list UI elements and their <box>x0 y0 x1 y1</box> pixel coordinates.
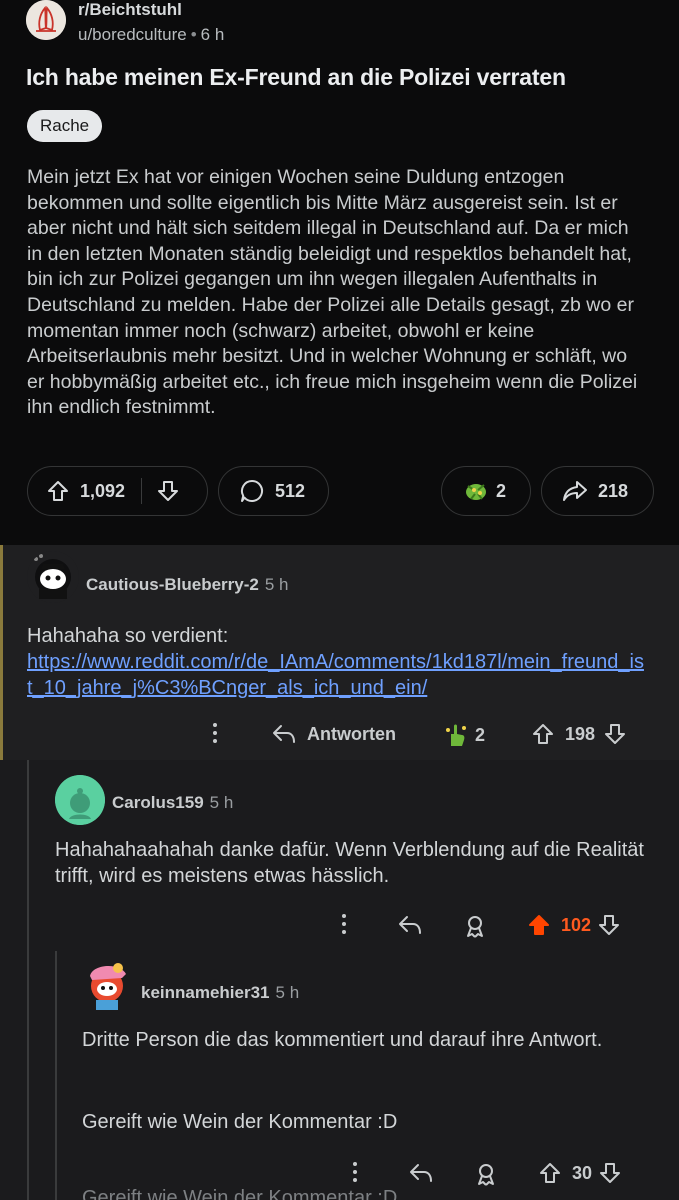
comment: Cautious-Blueberry-2 5 h Hahahaha so verd… <box>0 545 679 760</box>
comment-text: Gereift wie Wein der Kommentar :D <box>82 1111 398 1133</box>
arrow-up-icon <box>48 481 68 501</box>
more-options-button[interactable] <box>339 913 349 935</box>
thread-line[interactable] <box>27 760 29 1200</box>
comment-link[interactable]: https://www.reddit.com/r/de_IAmA/comment… <box>27 649 647 701</box>
comment-age: 5 h <box>264 575 289 594</box>
share-arrow-icon <box>563 481 587 501</box>
award-icon <box>467 916 483 938</box>
cut-off-comment-text: Gereift wie Wein der Kommentar :D <box>82 1188 398 1200</box>
post-title: Ich habe meinen Ex-Freund an die Polizei… <box>26 64 566 90</box>
post-flair[interactable]: Rache <box>27 110 103 142</box>
snoo-avatar-icon <box>90 963 126 1010</box>
upvote-button[interactable] <box>46 479 70 503</box>
arrow-down-icon <box>158 481 179 501</box>
more-options-button[interactable] <box>350 1161 360 1183</box>
share-count: 218 <box>598 480 629 501</box>
username[interactable]: Carolus159 <box>112 793 204 812</box>
more-vertical-icon <box>213 723 217 743</box>
comment-score: 30 <box>572 1162 593 1183</box>
arrow-up-icon <box>540 1163 560 1183</box>
snoo-avatar-icon <box>27 551 79 603</box>
downvote-button[interactable] <box>598 1161 622 1185</box>
vote-bar: 1,092 <box>27 466 208 516</box>
avatar[interactable] <box>55 775 105 825</box>
comment-author: Cautious-Blueberry-2 5 h <box>86 575 289 595</box>
post-body: Mein jetzt Ex hat vor einigen Wochen sei… <box>27 166 638 419</box>
username[interactable]: keinnamehier31 <box>141 983 270 1002</box>
avatar[interactable] <box>27 551 79 603</box>
reply-button[interactable] <box>408 1161 434 1185</box>
award-button[interactable]: 2 <box>443 722 485 748</box>
reply-arrow-icon <box>399 916 421 934</box>
comment-text: Dritte Person die das kommentiert und da… <box>82 1029 603 1051</box>
reply-arrow-icon <box>410 1164 432 1182</box>
downvote-button[interactable] <box>597 913 621 937</box>
reply-arrow-icon <box>273 725 295 743</box>
hand-award-icon <box>446 724 466 746</box>
comment-author: Carolus159 5 h <box>112 793 233 813</box>
comment-age: 5 h <box>275 983 300 1002</box>
post-score: 1,092 <box>80 480 126 501</box>
award-count: 2 <box>475 724 486 745</box>
reply-button[interactable]: Antworten <box>271 722 396 746</box>
snoo-avatar-icon <box>55 775 105 825</box>
award-icon <box>478 1164 494 1186</box>
arrow-down-icon <box>605 724 626 744</box>
arrow-down-icon <box>600 1163 621 1183</box>
upvote-button[interactable] <box>531 722 555 746</box>
comment-text: Hahahaha so verdient: <box>27 625 229 647</box>
subreddit-name[interactable]: r/Beichtstuhl <box>78 0 182 20</box>
more-vertical-icon <box>342 914 346 934</box>
subreddit-avatar[interactable] <box>26 0 66 40</box>
praying-hands-icon <box>26 0 66 40</box>
username[interactable]: Cautious-Blueberry-2 <box>86 575 259 594</box>
share-button[interactable]: 218 <box>541 466 654 516</box>
award-button[interactable]: 2 <box>441 466 531 516</box>
post-meta: u/boredculture • 6 h <box>78 25 224 45</box>
post-author[interactable]: u/boredculture <box>78 25 187 44</box>
comment-count: 512 <box>275 480 306 501</box>
arrow-down-icon <box>599 915 620 935</box>
comment-text: Hahahahaahahah danke dafür. Wenn Verblen… <box>55 839 644 887</box>
upvote-button[interactable] <box>538 1161 562 1185</box>
post-age: 6 h <box>200 25 225 44</box>
more-options-button[interactable] <box>210 722 220 744</box>
vote-bar: 30 <box>538 1161 622 1185</box>
arrow-up-icon <box>533 724 553 744</box>
comment-score: 198 <box>565 723 596 744</box>
reply-label: Antworten <box>307 723 396 744</box>
comment-body: Hahahaha so verdient: https://www.reddit… <box>27 623 657 701</box>
award-button[interactable] <box>473 1161 499 1187</box>
speech-bubble-icon <box>240 479 263 502</box>
comment-author: keinnamehier31 5 h <box>141 983 299 1003</box>
more-vertical-icon <box>353 1162 357 1182</box>
arrow-up-filled-icon <box>529 915 549 935</box>
downvote-button[interactable] <box>156 479 180 503</box>
award-count: 2 <box>496 480 507 501</box>
separator-dot: • <box>190 25 197 44</box>
comment-age: 5 h <box>209 793 234 812</box>
post: r/Beichtstuhl u/boredculture • 6 h Ich hab… <box>0 0 679 530</box>
upvote-button[interactable] <box>527 913 551 937</box>
thread-line[interactable] <box>55 951 57 1200</box>
vote-bar: 198 <box>531 722 627 746</box>
award-button[interactable] <box>462 913 488 939</box>
vote-bar: 102 <box>527 913 621 937</box>
downvote-button[interactable] <box>603 722 627 746</box>
comments-button[interactable]: 512 <box>218 466 329 516</box>
comment-score: 102 <box>561 914 592 935</box>
avatar[interactable] <box>82 958 132 1012</box>
comments-section: Cautious-Blueberry-2 5 h Hahahaha so verd… <box>0 545 679 1200</box>
vote-divider <box>141 478 143 504</box>
reply-button[interactable] <box>397 913 423 937</box>
award-icon <box>466 484 486 500</box>
